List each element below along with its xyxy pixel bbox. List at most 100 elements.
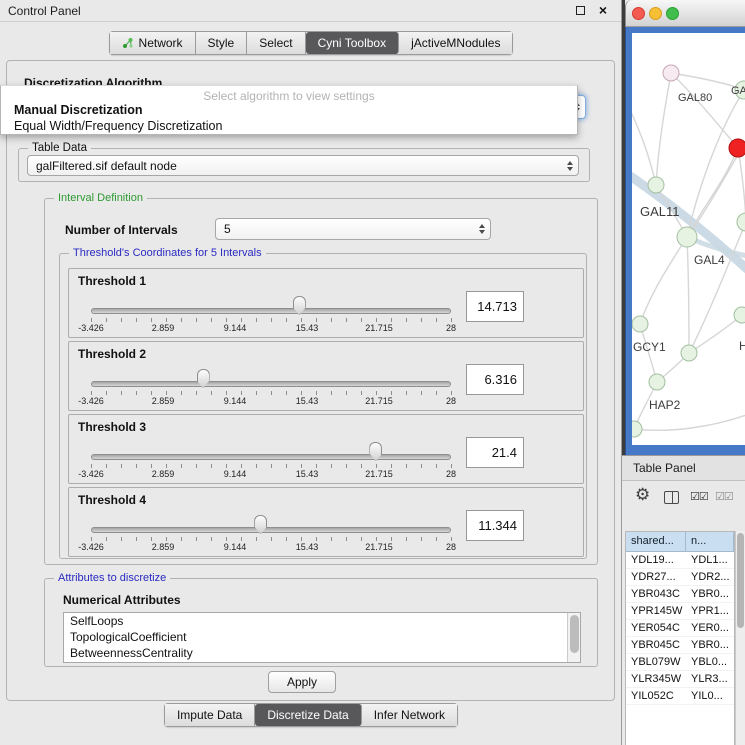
threshold-value-field[interactable]: 14.713 — [466, 291, 524, 322]
network-node[interactable] — [677, 227, 697, 247]
tick-label: 9.144 — [224, 396, 247, 406]
attribute-list-item[interactable]: BetweennessCentrality — [64, 645, 580, 661]
network-node[interactable] — [649, 374, 665, 390]
minimize-traffic-light-icon[interactable] — [649, 7, 662, 20]
threshold-slider-track[interactable] — [91, 381, 451, 387]
network-node[interactable] — [734, 307, 745, 323]
tick-label: 28 — [446, 542, 456, 552]
network-edges — [632, 73, 745, 430]
dropdown-option-equal-width-frequency-discretization[interactable]: Equal Width/Frequency Discretization — [14, 119, 222, 133]
threshold-panel-1: Threshold 1-3.4262.8599.14415.4321.71528… — [68, 268, 584, 338]
tick-label: 15.43 — [296, 542, 319, 552]
numerical-attributes-list[interactable]: SelfLoopsTopologicalCoefficientBetweenne… — [63, 612, 581, 663]
tab-style[interactable]: Style — [196, 32, 248, 54]
attribute-list-item[interactable]: TopologicalCoefficient — [64, 629, 580, 645]
tick-label: 21.715 — [365, 396, 393, 406]
threshold-value-field[interactable]: 6.316 — [466, 364, 524, 395]
threshold-label: Threshold 1 — [78, 274, 146, 288]
network-node-label: GA — [731, 85, 745, 97]
combo-arrows-icon — [567, 161, 573, 171]
network-window: GAL80GAGAL11GAL4GCY1HAP2H — [625, 0, 745, 455]
num-intervals-label: Number of Intervals — [65, 223, 178, 237]
network-node[interactable] — [632, 316, 648, 332]
close-traffic-light-icon[interactable] — [632, 7, 645, 20]
column-header-1[interactable]: shared... — [626, 532, 686, 552]
network-node[interactable] — [729, 139, 745, 157]
filter-columns-icon[interactable]: ☑☑ — [715, 490, 728, 503]
threshold-slider-track[interactable] — [91, 308, 451, 314]
network-node[interactable] — [648, 177, 664, 193]
tab-label: Style — [208, 36, 235, 50]
bottom-tab-strip: Impute Data Discretize Data Infer Network — [164, 703, 458, 727]
apply-button[interactable]: Apply — [268, 671, 336, 693]
table-row[interactable]: YBR045CYBR0... — [626, 637, 734, 654]
float-window-icon[interactable] — [576, 6, 585, 15]
tab-network[interactable]: Network — [110, 32, 196, 54]
dropdown-option-manual-discretization[interactable]: Manual Discretization — [14, 103, 143, 117]
bottom-tab-infer-network[interactable]: Infer Network — [362, 704, 457, 726]
network-node-label: GAL80 — [678, 92, 712, 104]
network-node-label: HAP2 — [649, 398, 681, 412]
top-tab-strip: Network Style SelectCyni Toolbox jActiveMNo… — [109, 31, 514, 55]
tick-label: 9.144 — [224, 323, 247, 333]
select-columns-icon[interactable]: ☑☑ — [690, 490, 708, 503]
threshold-label: Threshold 2 — [78, 347, 146, 361]
network-node[interactable] — [632, 421, 642, 437]
table-row[interactable]: YBR043CYBR0... — [626, 586, 734, 603]
tick-label: 2.859 — [152, 396, 175, 406]
bottom-tab-label: Discretize Data — [267, 708, 348, 722]
num-intervals-combobox[interactable]: 5 — [215, 218, 491, 240]
table-row[interactable]: YLR345WYLR3... — [626, 671, 734, 688]
network-node[interactable] — [681, 345, 697, 361]
gear-icon[interactable]: ⚙ — [635, 485, 650, 505]
table-row[interactable]: YPR145WYPR1... — [626, 603, 734, 620]
table-data-value: galFiltered.sif default node — [36, 159, 177, 173]
table-row[interactable]: YBL079WYBL0... — [626, 654, 734, 671]
threshold-slider-track[interactable] — [91, 527, 451, 533]
columns-icon[interactable] — [664, 491, 679, 504]
network-node[interactable] — [663, 65, 679, 81]
list-scrollbar-thumb[interactable] — [570, 615, 579, 653]
dropdown-placeholder: Select algorithm to view settings — [1, 89, 577, 103]
threshold-value-field[interactable]: 11.344 — [466, 510, 524, 541]
tab-select[interactable]: Select — [247, 32, 305, 54]
tick-label: 15.43 — [296, 469, 319, 479]
network-node[interactable] — [737, 213, 745, 231]
table-scrollbar[interactable] — [735, 531, 745, 745]
table-row[interactable]: YDL19...YDL1... — [626, 552, 734, 569]
attribute-list-item[interactable]: SelfLoops — [64, 613, 580, 629]
table-data-combobox[interactable]: galFiltered.sif default node — [27, 155, 579, 176]
column-header-2[interactable]: n... — [686, 532, 734, 552]
network-window-titlebar[interactable] — [625, 0, 745, 27]
threshold-panel-4: Threshold 4-3.4262.8599.14415.4321.71528… — [68, 487, 584, 557]
panel-titlebar: Control Panel × — [0, 0, 621, 22]
tick-label: 21.715 — [365, 469, 393, 479]
list-scrollbar[interactable] — [567, 613, 580, 662]
table-row[interactable]: YIL052CYIL0... — [626, 688, 734, 705]
control-panel: Control Panel × Network Style SelectCyni T… — [0, 0, 622, 745]
slider-ticks — [91, 318, 452, 322]
tick-label: -3.426 — [78, 469, 104, 479]
close-icon[interactable]: × — [599, 2, 607, 18]
tab-jactivemnodules[interactable]: jActiveMNodules — [399, 32, 512, 54]
table-scrollbar-thumb[interactable] — [737, 533, 744, 628]
table-row[interactable]: YER054CYER0... — [626, 620, 734, 637]
tab-label: Network — [139, 36, 183, 50]
threshold-value-field[interactable]: 21.4 — [466, 437, 524, 468]
threshold-label: Threshold 4 — [78, 493, 146, 507]
bottom-tab-discretize-data[interactable]: Discretize Data — [255, 704, 361, 726]
table-cell: YBR043C — [626, 586, 686, 602]
zoom-traffic-light-icon[interactable] — [666, 7, 679, 20]
table-data-group: Table Data galFiltered.sif default node — [18, 148, 590, 182]
bottom-tab-impute-data[interactable]: Impute Data — [165, 704, 255, 726]
table-cell: YPR1... — [686, 603, 734, 619]
network-node-label: H — [739, 339, 745, 353]
table-cell: YDL19... — [626, 552, 686, 568]
table-row[interactable]: YDR27...YDR2... — [626, 569, 734, 586]
network-canvas[interactable]: GAL80GAGAL11GAL4GCY1HAP2H — [632, 33, 745, 445]
tab-label: jActiveMNodules — [411, 36, 500, 50]
table-cell: YIL052C — [626, 688, 686, 704]
tab-cyni-toolbox[interactable]: Cyni Toolbox — [306, 32, 399, 54]
threshold-slider-track[interactable] — [91, 454, 451, 460]
panel-title: Control Panel — [8, 4, 81, 18]
